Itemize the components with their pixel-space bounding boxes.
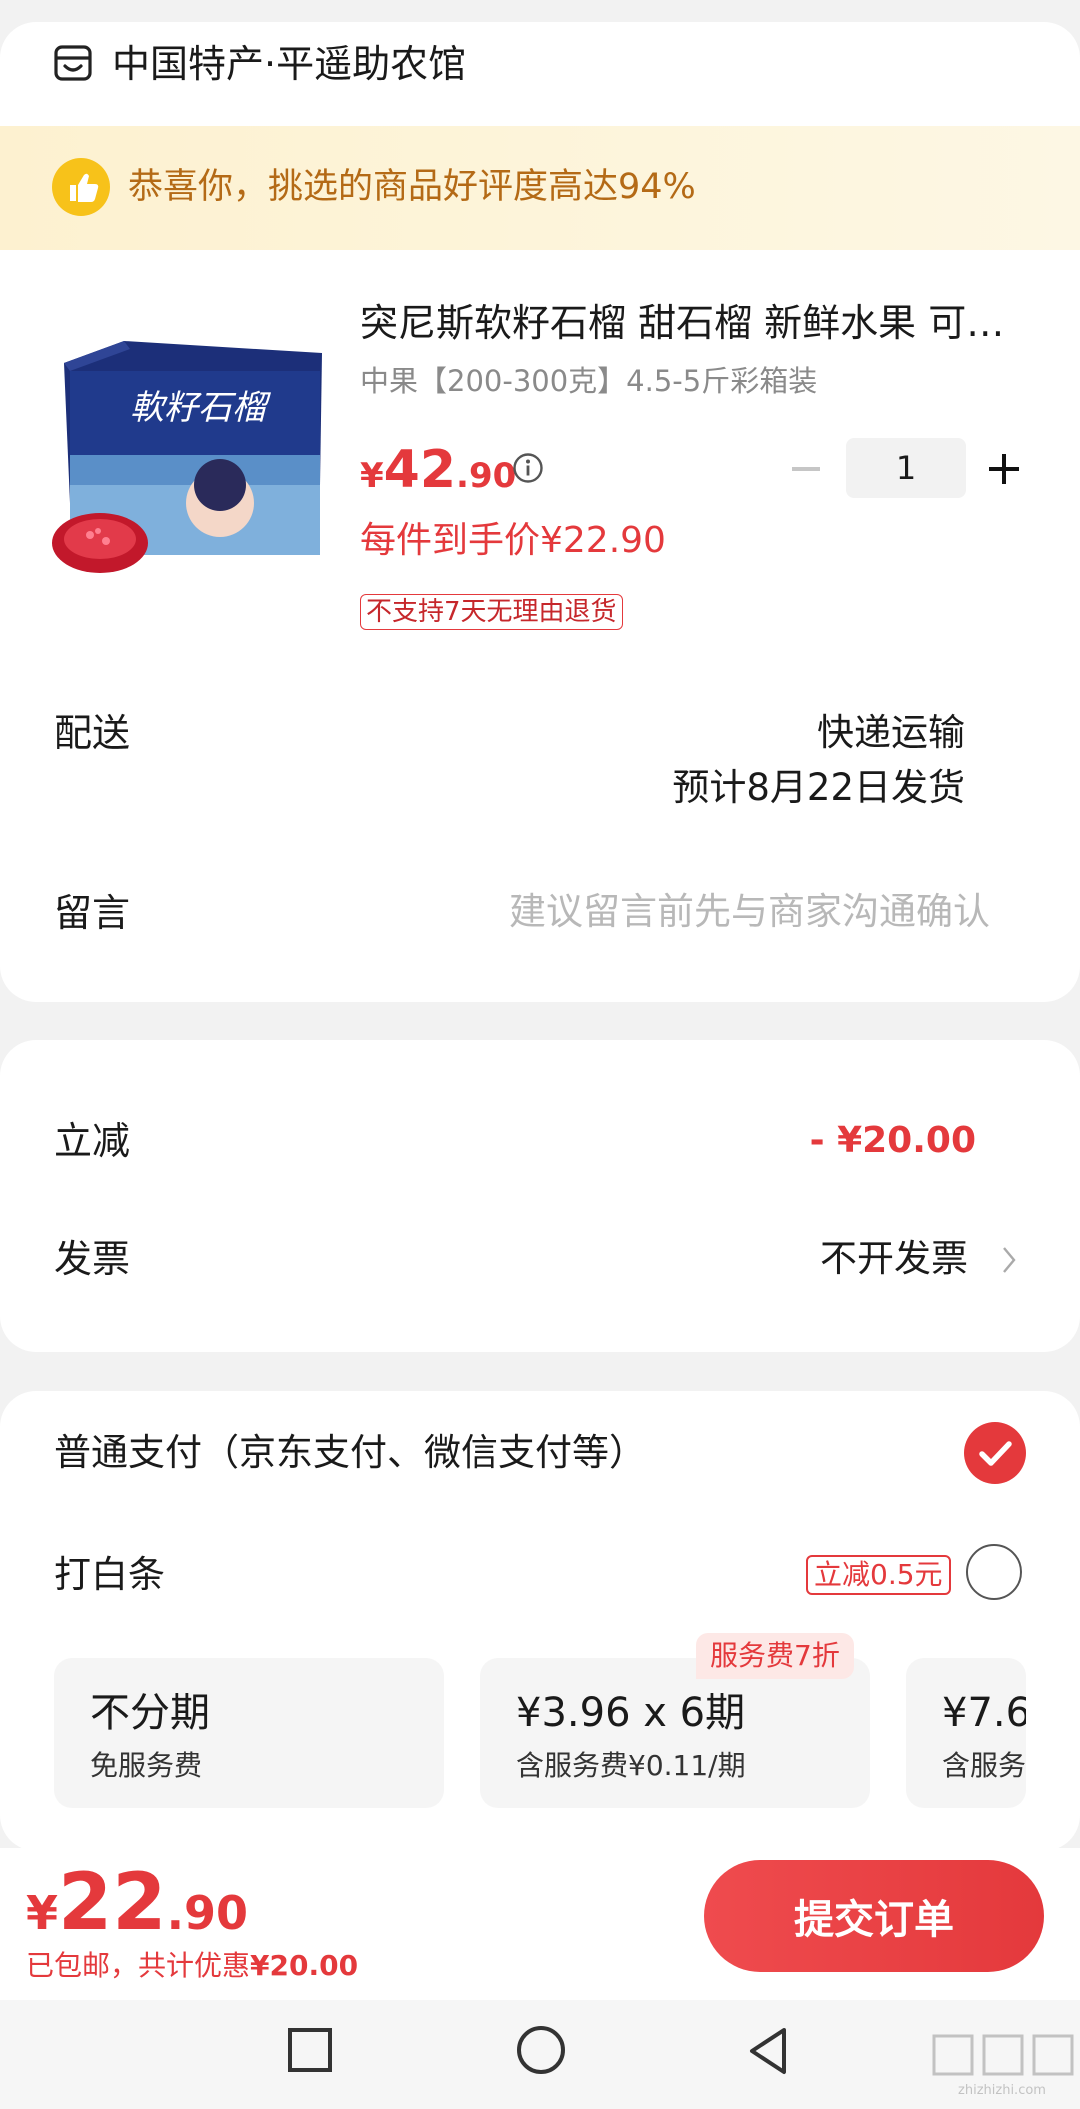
installment-subtitle: 含服务费¥0.11/期 <box>516 1749 746 1782</box>
store-icon <box>54 45 92 81</box>
installment-title: ¥3.96 x 6期 <box>516 1690 746 1736</box>
delivery-label: 配送 <box>54 711 131 755</box>
return-policy-badge: 不支持7天无理由退货 <box>360 594 623 630</box>
total-note: 已包邮，共计优惠¥20.00 <box>26 1948 358 1984</box>
watermark-logo: zhizhizhi.com <box>932 2034 1074 2098</box>
installment-title: 不分期 <box>90 1690 210 1736</box>
checkmark-selected-icon[interactable] <box>964 1422 1026 1484</box>
quantity-value[interactable]: 1 <box>846 438 966 498</box>
watermark-text: zhizhizhi.com <box>958 2083 1046 2098</box>
payment-option-standard[interactable]: 普通支付（京东支付、微信支付等） <box>54 1428 646 1478</box>
chevron-right-icon[interactable] <box>1000 1244 1018 1276</box>
discount-value: - ¥20.00 <box>809 1120 976 1161</box>
installment-option[interactable]: ¥7.6 含服务 <box>906 1658 1026 1808</box>
delivery-method: 快递运输 <box>817 711 965 754</box>
info-icon[interactable] <box>512 452 544 484</box>
price-integer: 42 <box>383 440 457 500</box>
invoice-label[interactable]: 发票 <box>54 1234 130 1284</box>
price-currency: ¥ <box>360 456 384 496</box>
discount-card <box>0 1040 1080 1352</box>
service-fee-discount-tag: 服务费7折 <box>696 1633 854 1679</box>
radio-unselected-icon[interactable] <box>966 1544 1022 1600</box>
product-spec: 中果【200-300克】4.5-5斤彩箱装 <box>360 364 818 398</box>
submit-order-button[interactable]: 提交订单 <box>704 1860 1044 1972</box>
installment-option[interactable]: 不分期 免服务费 <box>54 1658 444 1808</box>
product-title[interactable]: 突尼斯软籽石榴 甜石榴 新鲜水果 可… <box>360 298 1020 348</box>
installment-subtitle: 含服务 <box>942 1749 1026 1782</box>
price-decimal: .90 <box>456 456 517 496</box>
rating-banner-text: 恭喜你，挑选的商品好评度高达94% <box>128 167 696 207</box>
message-label: 留言 <box>54 891 131 935</box>
delivery-eta: 预计8月22日发货 <box>672 766 965 809</box>
store-name[interactable]: 中国特产·平遥助农馆 <box>112 40 466 88</box>
installment-title: ¥7.6 <box>942 1690 1026 1736</box>
payment-option-baitiao[interactable]: 打白条 <box>54 1550 165 1600</box>
total-note-prefix: 已包邮，共计优惠 <box>26 1949 251 1982</box>
installment-subtitle: 免服务费 <box>90 1749 203 1782</box>
product-image[interactable]: 軟籽石榴 <box>50 335 330 587</box>
per-item-price: 每件到手价¥22.90 <box>360 520 666 561</box>
installment-option[interactable]: ¥3.96 x 6期 含服务费¥0.11/期 <box>480 1658 870 1808</box>
invoice-value[interactable]: 不开发票 <box>820 1234 968 1284</box>
baitiao-promo-tag: 立减0.5元 <box>806 1555 951 1595</box>
product-price: ¥42.90 <box>360 440 516 512</box>
quantity-minus-button[interactable] <box>786 444 826 494</box>
quantity-plus-button[interactable] <box>984 444 1024 494</box>
recent-apps-icon[interactable] <box>288 2028 332 2072</box>
discount-label: 立减 <box>54 1119 131 1163</box>
product-image-box-text: 軟籽石榴 <box>130 388 271 428</box>
total-note-amount: ¥20.00 <box>250 1949 359 1982</box>
total-decimal: .90 <box>166 1886 249 1940</box>
total-currency: ¥ <box>26 1886 59 1940</box>
message-input[interactable] <box>420 882 990 940</box>
thumbs-up-icon <box>52 158 110 216</box>
home-icon[interactable] <box>517 2026 565 2074</box>
back-icon[interactable] <box>746 2024 790 2078</box>
total-integer: 22 <box>58 1858 167 1948</box>
